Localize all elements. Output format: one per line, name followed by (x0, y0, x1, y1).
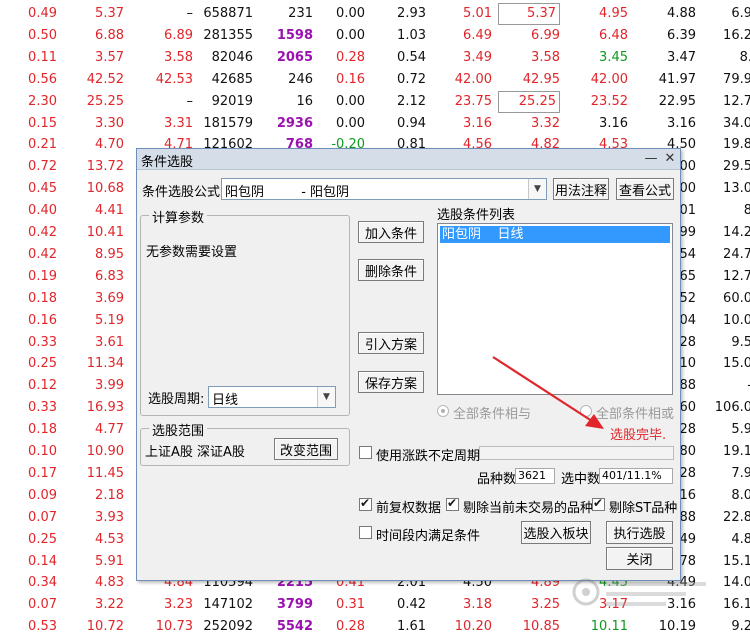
watermark-logo (572, 578, 706, 606)
annotation-arrow (492, 356, 604, 429)
